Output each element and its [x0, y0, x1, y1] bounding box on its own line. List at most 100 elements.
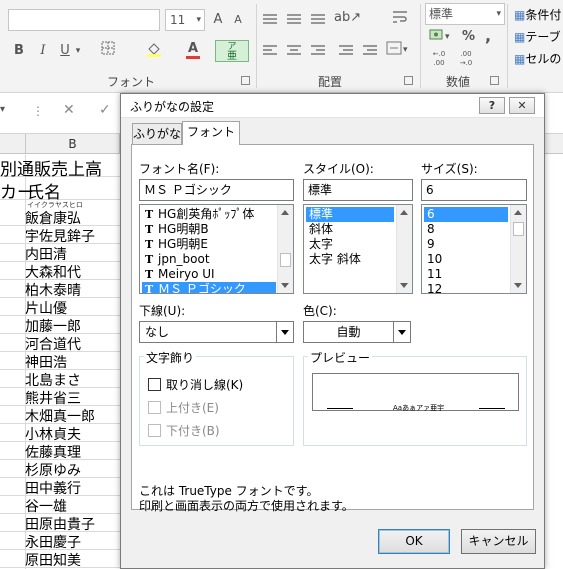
font-list-item[interactable]: T Meiryo UI	[142, 267, 276, 282]
conditional-format-label: 条件付	[525, 8, 562, 22]
orientation-icon[interactable]: ab↗	[334, 8, 361, 28]
italic-button[interactable]: I	[36, 41, 50, 61]
font-list-item[interactable]: T HG明朝E	[142, 237, 276, 252]
bold-button[interactable]: B	[12, 41, 26, 61]
font-color-letter: A	[187, 41, 199, 56]
size-list-item[interactable]: 12	[424, 282, 508, 293]
scroll-thumb[interactable]	[513, 222, 524, 236]
font-color-icon[interactable]: A	[185, 39, 201, 59]
borders-icon[interactable]	[100, 41, 116, 61]
font-tab-panel: フォント名(F): ＭＳ Ｐゴシック T HG創英角ﾎﾟｯﾌﾟ体 T HG明朝B T HG…	[131, 144, 534, 513]
font-name-list[interactable]: T HG創英角ﾎﾟｯﾌﾟ体 T HG明朝B T HG明朝E Tjpn_boot T Meiryo…	[139, 204, 294, 294]
size-list-item[interactable]: 6	[424, 207, 508, 222]
scroll-up-icon[interactable]	[400, 210, 408, 215]
size-list-item[interactable]: 9	[424, 237, 508, 252]
scroll-up-icon[interactable]	[281, 210, 289, 215]
font-name-box[interactable]	[8, 9, 160, 31]
currency-format-icon[interactable]: ▾	[428, 27, 454, 47]
cancel-button[interactable]: キャンセル	[461, 529, 536, 554]
size-list-item[interactable]: 11	[424, 267, 508, 282]
cell-styles-button[interactable]: ▦セルの	[514, 50, 561, 67]
style-list-item[interactable]: 太字 斜体	[306, 252, 394, 267]
underline-select[interactable]: なし	[139, 321, 294, 343]
scroll-down-icon[interactable]	[514, 283, 522, 288]
scroll-up-icon[interactable]	[514, 210, 522, 215]
truetype-icon: T	[145, 238, 154, 251]
font-list-item[interactable]: T HG明朝B	[142, 222, 276, 237]
font-list-item-label: ＭＳ Ｐゴシック	[158, 282, 246, 294]
style-list[interactable]: 標準 斜体 太字 太字 斜体	[303, 204, 413, 294]
format-table-icon: ▦	[514, 30, 526, 44]
font-list-item[interactable]: T HG創英角ﾎﾟｯﾌﾟ体	[142, 207, 276, 222]
style-list-item[interactable]: 太字	[306, 237, 394, 252]
confirm-entry-icon[interactable]: ✓	[99, 102, 111, 118]
ribbon-separator	[256, 4, 257, 88]
scroll-thumb[interactable]	[280, 253, 291, 267]
help-button[interactable]: ?	[479, 97, 505, 114]
size-list-item-label: 11	[427, 267, 443, 281]
grow-font-button[interactable]: A	[211, 10, 225, 30]
increase-decimal-button[interactable]: ←.0 .00	[428, 50, 450, 70]
size-list-scrollbar[interactable]	[510, 205, 526, 293]
underline-value: なし	[145, 325, 170, 339]
font-size-box[interactable]: 11 ▾	[165, 9, 205, 31]
svg-text:▾: ▾	[403, 45, 408, 55]
shrink-font-button[interactable]: A	[231, 10, 245, 30]
font-list-item[interactable]: T ＭＳ Ｐゴシック	[142, 282, 276, 294]
style-label: スタイル(O):	[303, 162, 374, 176]
tab-font[interactable]: フォント	[182, 121, 240, 145]
font-dialog-launcher-icon[interactable]	[241, 76, 250, 85]
wrap-text-icon[interactable]	[390, 9, 410, 29]
number-format-box[interactable]: 標準 ▾	[425, 3, 505, 25]
size-list-item[interactable]: 10	[424, 252, 508, 267]
color-select[interactable]: 自動	[303, 321, 411, 343]
style-list-item[interactable]: 斜体	[306, 222, 394, 237]
size-input[interactable]: 6	[421, 179, 527, 201]
percent-button[interactable]: %	[462, 27, 475, 47]
size-list-item-label: 10	[427, 252, 443, 266]
decrease-decimal-button[interactable]: .00 →.0	[455, 50, 477, 70]
tab-furigana[interactable]: ふりがな	[132, 123, 182, 145]
dialog-titlebar: ふりがなの設定 ? ✕	[121, 94, 544, 118]
size-list-item[interactable]: 8	[424, 222, 508, 237]
strikethrough-checkbox[interactable]	[148, 378, 161, 391]
column-header-b[interactable]: B	[25, 134, 120, 154]
name-box-dropdown-icon[interactable]: ▾	[0, 104, 20, 115]
merge-center-icon[interactable]: ▾	[385, 40, 411, 60]
group-label-font: フォント	[107, 75, 156, 89]
spreadsheet[interactable]: 別通販売上高 カー 氏名 イイクラヤスヒロ 飯倉康弘 宇佐見鉾子 内田清 大森和代 柏木…	[0, 155, 130, 569]
chevron-down-icon[interactable]	[276, 322, 293, 342]
effects-legend: 文字飾り	[144, 349, 197, 366]
fill-color-icon[interactable]	[146, 41, 162, 61]
font-name-input[interactable]: ＭＳ Ｐゴシック	[139, 179, 294, 201]
ok-button[interactable]: OK	[378, 529, 450, 554]
style-list-item[interactable]: 標準	[306, 207, 394, 222]
style-list-item-label: 太字 斜体	[309, 252, 361, 266]
scroll-down-icon[interactable]	[281, 283, 289, 288]
cancel-entry-icon[interactable]: ✕	[63, 102, 75, 118]
underline-dropdown-icon[interactable]: ▾	[73, 41, 83, 61]
conditional-format-button[interactable]: ▦条件付	[514, 6, 561, 23]
chevron-down-icon[interactable]	[393, 322, 410, 342]
number-dialog-launcher-icon[interactable]	[490, 76, 499, 85]
comma-button[interactable]: ,	[482, 26, 494, 46]
alignment-dialog-launcher-icon[interactable]	[404, 76, 413, 85]
phonetic-button[interactable]: ア 亜	[215, 40, 249, 62]
align-horizontal-icons[interactable]	[263, 44, 381, 61]
font-list-item-label: HG創英角ﾎﾟｯﾌﾟ体	[158, 207, 255, 221]
group-label-alignment: 配置	[318, 75, 343, 89]
style-list-scrollbar[interactable]	[396, 205, 412, 293]
subscript-checkbox[interactable]	[148, 424, 161, 437]
size-list[interactable]: 6 8 9 10 11 12	[421, 204, 527, 294]
close-button[interactable]: ✕	[509, 97, 535, 114]
group-label-number: 数値	[446, 75, 471, 89]
superscript-checkbox[interactable]	[148, 401, 161, 414]
underline-button[interactable]: U	[58, 41, 72, 61]
format-table-button[interactable]: ▦テーブ	[514, 28, 561, 45]
font-list-item[interactable]: Tjpn_boot	[142, 252, 276, 267]
font-list-scrollbar[interactable]	[277, 205, 293, 293]
more-icon[interactable]: ⋮	[32, 104, 44, 118]
style-input[interactable]: 標準	[303, 179, 413, 201]
scroll-down-icon[interactable]	[400, 283, 408, 288]
format-table-label: テーブ	[525, 30, 561, 44]
